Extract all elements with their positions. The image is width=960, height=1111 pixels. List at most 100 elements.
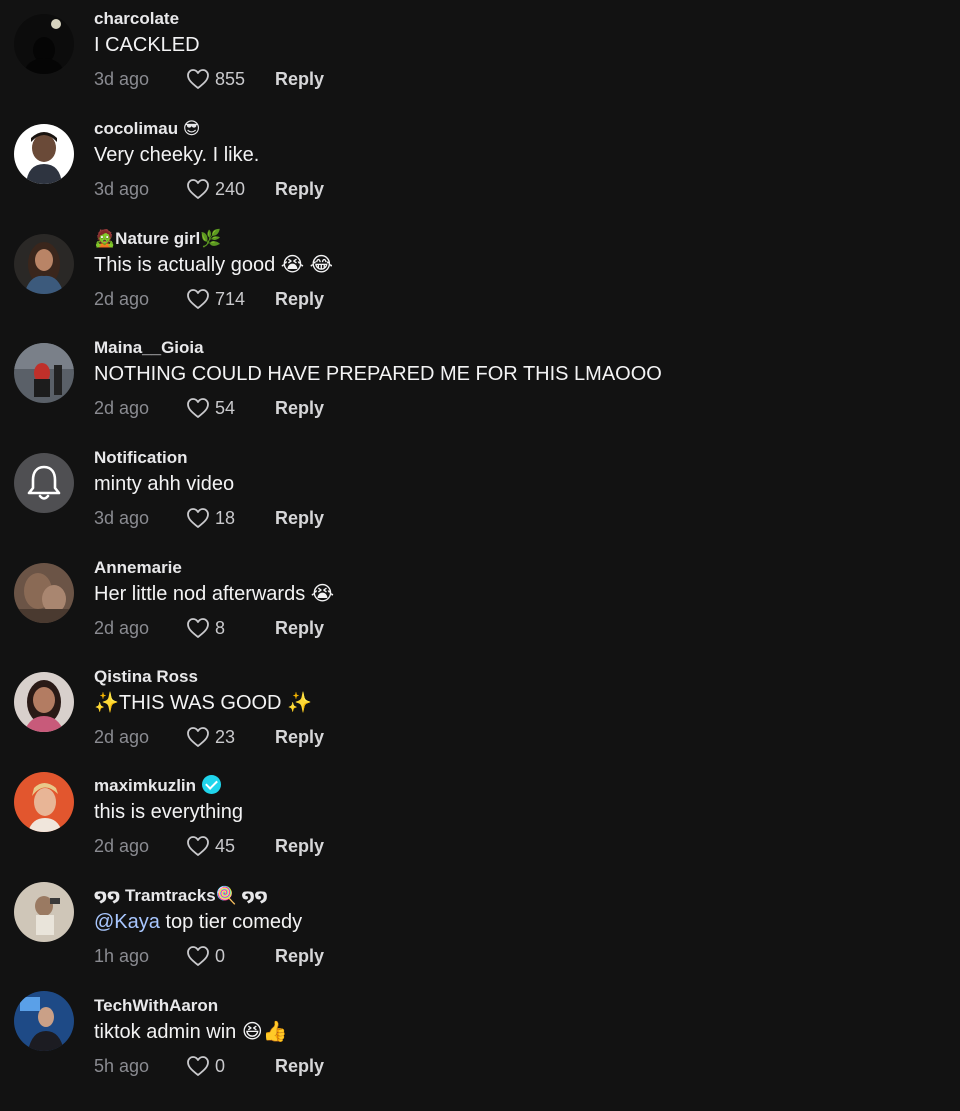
comment-timestamp: 2d ago — [94, 288, 150, 309]
comment-text: NOTHING COULD HAVE PREPARED ME FOR THIS … — [94, 363, 662, 385]
comment-meta: 1h ago 0 Reply — [94, 943, 324, 969]
like-button[interactable]: 18 — [186, 507, 245, 529]
comment-username[interactable]: 🧟Nature girl🌿 — [94, 227, 221, 251]
comment-text: This is actually good 😭 😂 — [94, 254, 334, 276]
comment-timestamp: 3d ago — [94, 178, 150, 199]
comment-meta: 5h ago 0 Reply — [94, 1053, 324, 1079]
like-count: 45 — [215, 835, 236, 856]
heart-outline-icon — [187, 289, 209, 309]
comment-item: Notification minty ahh video 3d ago 18 R… — [0, 448, 960, 563]
like-count: 8 — [215, 617, 226, 638]
like-count: 855 — [215, 68, 246, 89]
comment-timestamp: 3d ago — [94, 68, 150, 89]
comment-text: minty ahh video — [94, 473, 235, 495]
comment-text-body: top tier comedy — [159, 911, 303, 933]
mention-link[interactable]: @Kaya — [94, 911, 160, 933]
comment-meta: 2d ago 54 Reply — [94, 395, 324, 421]
like-count: 0 — [215, 1055, 226, 1076]
comment-item: maximkuzlin this is everything 2d ago 45… — [0, 772, 960, 882]
verified-badge-icon — [202, 775, 222, 794]
like-button[interactable]: 855 — [186, 68, 245, 90]
comment-username[interactable]: maximkuzlin — [94, 774, 222, 798]
comment-timestamp: 2d ago — [94, 726, 150, 747]
comment-item: 🧟Nature girl🌿 This is actually good 😭 😂 … — [0, 229, 960, 344]
heart-outline-icon — [187, 508, 209, 528]
heart-outline-icon — [187, 398, 209, 418]
comment-item: charcolate I CACKLED 3d ago 855 Reply — [0, 9, 960, 124]
like-button[interactable]: 54 — [186, 397, 245, 419]
avatar-charcolate[interactable] — [14, 14, 74, 74]
comment-text: I CACKLED — [94, 34, 200, 56]
avatar-annemarie[interactable] — [14, 563, 74, 623]
like-count: 23 — [215, 726, 236, 747]
username-text: maximkuzlin — [94, 776, 197, 795]
comment-item: TechWithAaron tiktok admin win 😆👍 5h ago… — [0, 991, 960, 1111]
comment-meta: 3d ago 855 Reply — [94, 66, 324, 92]
avatar-notification[interactable] — [14, 453, 74, 513]
comment-username[interactable]: charcolate — [94, 7, 179, 31]
comment-username[interactable]: ໑໑ Tramtracks🍭 ໑໑ — [94, 884, 268, 908]
reply-button[interactable]: Reply — [275, 836, 324, 857]
comment-item: Maina__Gioia NOTHING COULD HAVE PREPARED… — [0, 338, 960, 453]
like-button[interactable]: 8 — [186, 617, 245, 639]
reply-button[interactable]: Reply — [275, 1056, 324, 1077]
comment-item: cocolimau 😎 Very cheeky. I like. 3d ago … — [0, 119, 960, 234]
reply-button[interactable]: Reply — [275, 618, 324, 639]
comment-text: ✨THIS WAS GOOD ✨ — [94, 692, 312, 714]
comment-meta: 2d ago 714 Reply — [94, 286, 324, 312]
comment-timestamp: 2d ago — [94, 835, 150, 856]
like-button[interactable]: 240 — [186, 178, 245, 200]
like-count: 240 — [215, 178, 246, 199]
avatar-cocolimau[interactable] — [14, 124, 74, 184]
heart-outline-icon — [187, 179, 209, 199]
comment-username[interactable]: Qistina Ross — [94, 665, 198, 689]
avatar-techwithaaron[interactable] — [14, 991, 74, 1051]
reply-button[interactable]: Reply — [275, 289, 324, 310]
comment-meta: 3d ago 240 Reply — [94, 176, 324, 202]
comment-meta: 2d ago 45 Reply — [94, 833, 324, 859]
comment-username[interactable]: cocolimau 😎 — [94, 117, 201, 141]
avatar-tramtracks[interactable] — [14, 882, 74, 942]
like-button[interactable]: 0 — [186, 1055, 245, 1077]
comment-text: this is everything — [94, 801, 243, 823]
reply-button[interactable]: Reply — [275, 179, 324, 200]
comment-text: @Kaya top tier comedy — [94, 909, 302, 935]
comment-item: ໑໑ Tramtracks🍭 ໑໑ @Kaya top tier comedy … — [0, 882, 960, 1001]
reply-button[interactable]: Reply — [275, 398, 324, 419]
comment-username[interactable]: Maina__Gioia — [94, 336, 204, 360]
comment-item: Annemarie Her little nod afterwards 😭 2d… — [0, 558, 960, 673]
avatar-qistina-ross[interactable] — [14, 672, 74, 732]
like-count: 714 — [215, 288, 246, 309]
heart-outline-icon — [187, 1056, 209, 1076]
comment-text: Her little nod afterwards 😭 — [94, 583, 335, 605]
comment-timestamp: 3d ago — [94, 507, 150, 528]
comment-text: tiktok admin win 😆👍 — [94, 1021, 288, 1043]
comment-username[interactable]: Notification — [94, 446, 188, 470]
reply-button[interactable]: Reply — [275, 727, 324, 748]
avatar-maximkuzlin[interactable] — [14, 772, 74, 832]
like-button[interactable]: 0 — [186, 945, 245, 967]
like-button[interactable]: 45 — [186, 835, 245, 857]
heart-outline-icon — [187, 69, 209, 89]
comment-timestamp: 5h ago — [94, 1055, 150, 1076]
comment-username[interactable]: TechWithAaron — [94, 994, 218, 1018]
comment-list: charcolate I CACKLED 3d ago 855 Reply co… — [0, 0, 960, 1083]
avatar-nature-girl[interactable] — [14, 234, 74, 294]
heart-outline-icon — [187, 946, 209, 966]
heart-outline-icon — [187, 618, 209, 638]
like-button[interactable]: 714 — [186, 288, 245, 310]
like-button[interactable]: 23 — [186, 726, 245, 748]
reply-button[interactable]: Reply — [275, 69, 324, 90]
reply-button[interactable]: Reply — [275, 946, 324, 967]
reply-button[interactable]: Reply — [275, 508, 324, 529]
comment-text: Very cheeky. I like. — [94, 144, 260, 166]
like-count: 0 — [215, 945, 226, 966]
avatar-maina-gioia[interactable] — [14, 343, 74, 403]
comment-timestamp: 2d ago — [94, 397, 150, 418]
like-count: 54 — [215, 397, 236, 418]
comment-meta: 2d ago 8 Reply — [94, 615, 324, 641]
comment-meta: 2d ago 23 Reply — [94, 724, 324, 750]
heart-outline-icon — [187, 727, 209, 747]
comment-username[interactable]: Annemarie — [94, 556, 182, 580]
comment-timestamp: 2d ago — [94, 617, 150, 638]
